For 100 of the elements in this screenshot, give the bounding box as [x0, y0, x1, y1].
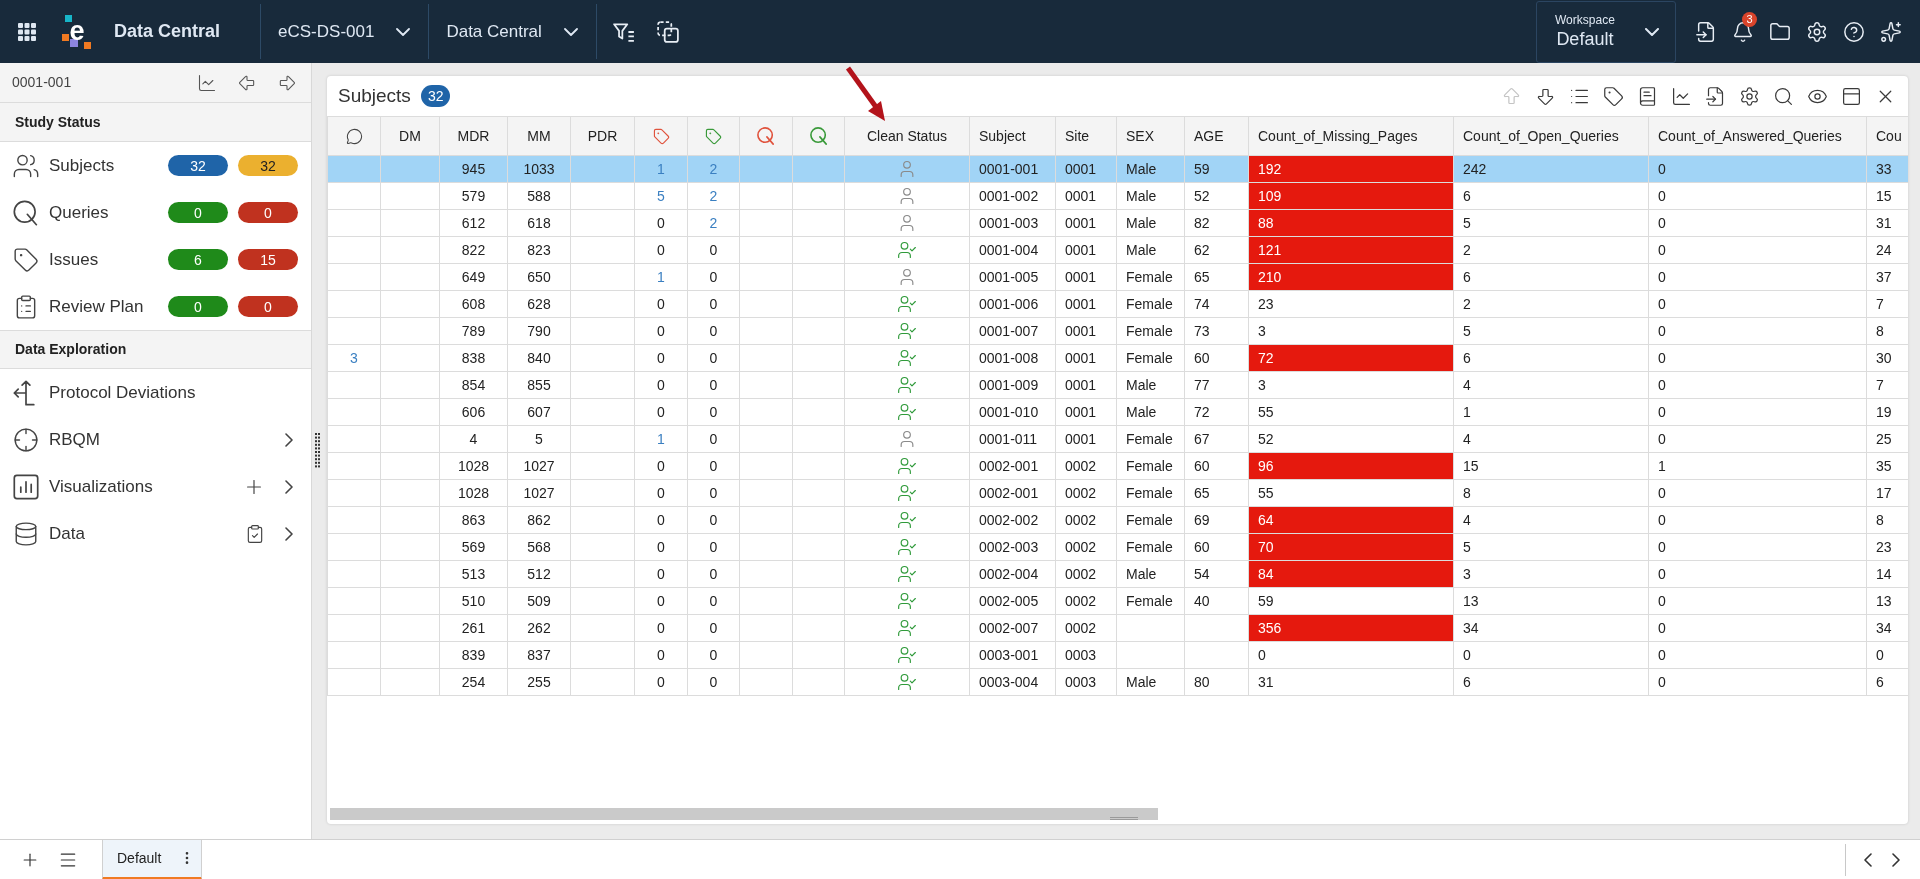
table-cell: 0: [1248, 641, 1454, 669]
horizontal-scrollbar[interactable]: [330, 808, 1158, 820]
sidebar-item[interactable]: Visualizations: [12, 473, 153, 500]
workspace-selector[interactable]: Workspace Default: [1536, 0, 1676, 63]
chevron-right-icon[interactable]: [285, 479, 293, 494]
table-cell: 0001-005: [969, 263, 1056, 291]
table-row[interactable]: 1028 1027 0 0 0002-001 0002 Female 60 96 15 1 35: [327, 452, 1908, 480]
column-header[interactable]: MM: [507, 116, 571, 156]
table-row[interactable]: 579 588 5 2 0001-002 0001 Male 52 109 6 0 15: [327, 182, 1908, 210]
resize-handle[interactable]: [315, 433, 320, 469]
sidebar-item[interactable]: Subjects: [12, 151, 115, 180]
table-row[interactable]: 606 607 0 0 0001-010 0001 Male 72 55 1 0 19: [327, 398, 1908, 426]
count-link[interactable]: 2: [709, 187, 718, 204]
table-row[interactable]: 1028 1027 0 0 0002-001 0002 Female 65 55 8 0 17: [327, 479, 1908, 507]
book-icon[interactable]: [1637, 85, 1658, 107]
settings-icon[interactable]: [1739, 85, 1760, 107]
count-badge[interactable]: 32: [238, 155, 298, 176]
sparkles-icon[interactable]: [1880, 20, 1902, 43]
table-row[interactable]: 513 512 0 0 0002-004 0002 Male 54 84 3 0 14: [327, 560, 1908, 588]
count-link[interactable]: 1: [657, 268, 665, 285]
table-cell: 88: [1248, 209, 1454, 237]
column-header[interactable]: AGE: [1184, 116, 1249, 156]
clipboard-check-icon[interactable]: [245, 523, 265, 544]
database-icon: [13, 520, 39, 547]
count-link[interactable]: 5: [657, 187, 665, 204]
sidebar-item[interactable]: Data: [12, 520, 85, 547]
count-badge[interactable]: 0: [238, 296, 298, 317]
table-row[interactable]: 510 509 0 0 0002-005 0002 Female 40 59 13 0 13: [327, 587, 1908, 615]
column-header[interactable]: SEX: [1116, 116, 1185, 156]
table-cell: 588: [507, 182, 571, 210]
count-badge[interactable]: 6: [168, 249, 228, 270]
file-arrow-icon[interactable]: [1705, 85, 1726, 107]
context-dropdown[interactable]: eCS-DS-001: [261, 4, 429, 59]
column-header[interactable]: Count_of_Answered_Queries: [1648, 116, 1867, 156]
table-row[interactable]: 4 5 1 0 0001-011 0001 Female 67 52 4 0 25: [327, 425, 1908, 453]
table-row[interactable]: 254 255 0 0 0003-004 0003 Male 80 31 6 0 6: [327, 668, 1908, 696]
folder-icon[interactable]: [1769, 20, 1791, 43]
overlapping-squares-icon[interactable]: [656, 20, 679, 43]
chevron-down-icon: [1645, 27, 1659, 36]
table-cell: 612: [439, 209, 508, 237]
count-badge[interactable]: 0: [238, 202, 298, 223]
sidebar-item[interactable]: Protocol Deviations: [12, 379, 196, 406]
table-cell: 0001-001: [969, 155, 1056, 183]
count-link[interactable]: 2: [709, 214, 718, 231]
app-name: Data Central: [114, 20, 221, 43]
workspace-tab[interactable]: Default: [102, 839, 202, 879]
column-header[interactable]: Clean Status: [844, 116, 970, 156]
table-row[interactable]: 822 823 0 0 0001-004 0001 Male 62 121 2 0 24: [327, 236, 1908, 264]
count-link[interactable]: 1: [657, 430, 665, 447]
filter-icon[interactable]: [612, 20, 635, 43]
settings-icon[interactable]: [1806, 20, 1828, 43]
sidebar-item[interactable]: RBQM: [12, 426, 100, 453]
count-badge[interactable]: 0: [168, 296, 228, 317]
line-chart-icon[interactable]: [1671, 85, 1692, 107]
search-icon[interactable]: [1773, 85, 1794, 107]
sidebar-item[interactable]: Issues: [12, 246, 99, 273]
line-chart-icon[interactable]: [197, 72, 217, 93]
table-row[interactable]: 863 862 0 0 0002-002 0002 Female 69 64 4 0 8: [327, 506, 1908, 534]
table-cell: 837: [507, 641, 571, 669]
column-header[interactable]: Count_of_Open_Queries: [1453, 116, 1649, 156]
panel-layout-icon[interactable]: [1841, 85, 1862, 107]
table-cell: 15: [1453, 452, 1649, 480]
table-row[interactable]: 3 838 840 0 0 0001-008 0001 Female 60 72 6 0 30: [327, 344, 1908, 372]
table-row[interactable]: 839 837 0 0 0003-001 0003 0 0 0 0: [327, 641, 1908, 669]
count-link[interactable]: 3: [350, 349, 358, 366]
chevron-right-icon[interactable]: [1892, 852, 1900, 867]
count-badge[interactable]: 0: [168, 202, 228, 223]
table-row[interactable]: 612 618 0 2 0001-003 0001 Male 82 88 5 0 31: [327, 209, 1908, 237]
table-row[interactable]: 854 855 0 0 0001-009 0001 Male 77 3 4 0 7: [327, 371, 1908, 399]
help-icon[interactable]: [1843, 20, 1865, 43]
section-title: Study Status: [0, 103, 311, 142]
column-header[interactable]: DM: [380, 116, 440, 156]
tag-icon[interactable]: [1603, 85, 1624, 107]
table-cell: 0001: [1055, 425, 1117, 453]
file-arrow-icon[interactable]: [1695, 20, 1717, 43]
count-badge[interactable]: 32: [168, 155, 228, 176]
table-cell: 0001-002: [969, 182, 1056, 210]
apps-grid-icon[interactable]: [18, 22, 36, 41]
column-header[interactable]: Count_of_Missing_Pages: [1248, 116, 1454, 156]
table-row[interactable]: 261 262 0 0 0002-007 0002 356 34 0 34: [327, 614, 1908, 642]
magnifier-icon[interactable]: [757, 127, 775, 145]
column-header[interactable]: Cou: [1866, 116, 1908, 156]
column-header[interactable]: PDR: [570, 116, 635, 156]
table-cell: 60: [1184, 452, 1249, 480]
context-dropdown[interactable]: Data Central: [429, 4, 596, 59]
magnifier-icon[interactable]: [809, 127, 828, 145]
sidebar-item[interactable]: Review Plan: [12, 293, 144, 320]
speech-bubble-icon[interactable]: [345, 127, 363, 145]
count-badge[interactable]: 15: [238, 249, 298, 270]
chevron-right-icon[interactable]: [285, 432, 293, 447]
table-row[interactable]: 649 650 1 0 0001-005 0001 Female 65 210 6 0 37: [327, 263, 1908, 291]
table-row[interactable]: 569 568 0 0 0002-003 0002 Female 60 70 5 0 23: [327, 533, 1908, 561]
column-header[interactable]: Site: [1055, 116, 1117, 156]
sidebar-item[interactable]: Queries: [12, 199, 109, 226]
table-row[interactable]: 608 628 0 0 0001-006 0001 Female 74 23 2 0 7: [327, 290, 1908, 318]
table-row[interactable]: 789 790 0 0 0001-007 0001 Female 73 3 5 0 8: [327, 317, 1908, 345]
column-header[interactable]: Subject: [969, 116, 1056, 156]
chevron-right-icon[interactable]: [285, 526, 293, 541]
chevron-left-icon[interactable]: [1864, 852, 1872, 867]
column-header[interactable]: MDR: [439, 116, 508, 156]
